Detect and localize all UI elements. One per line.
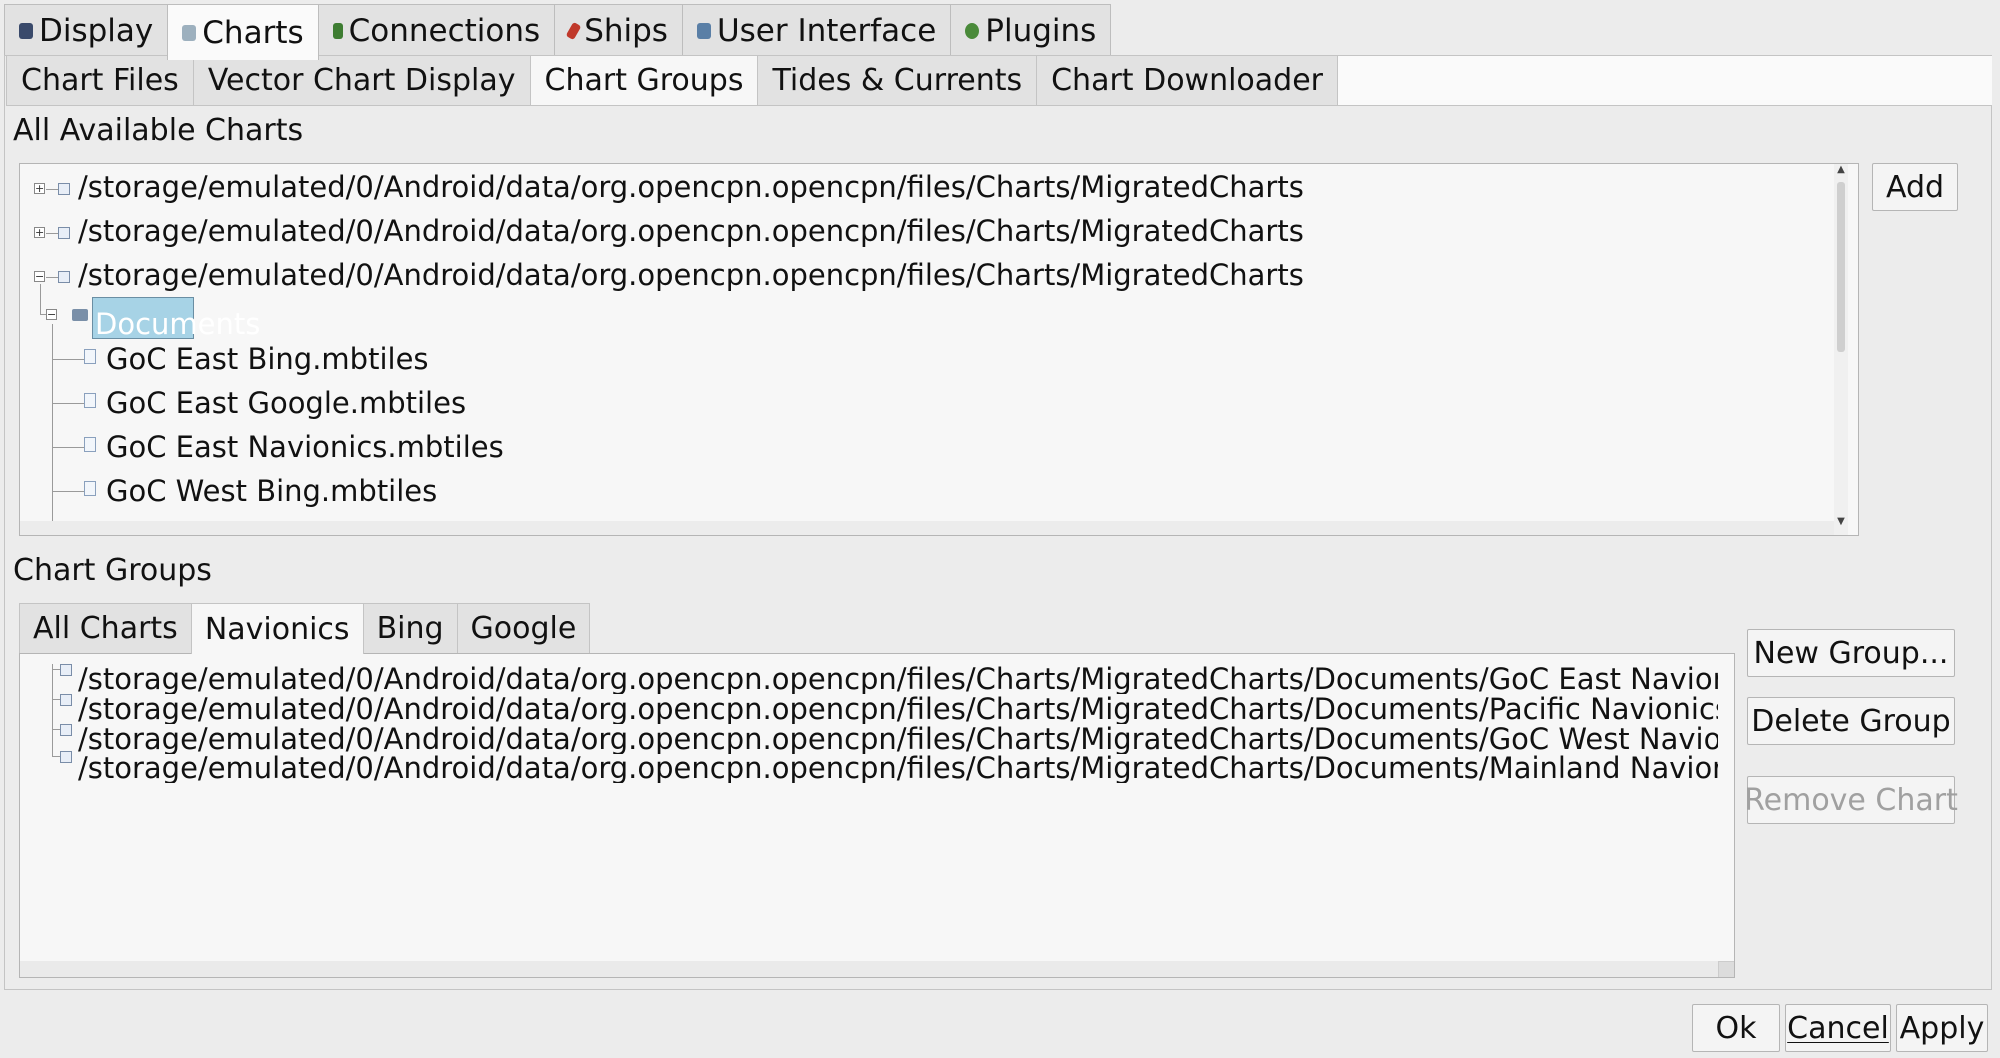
file-icon [84, 481, 96, 496]
horizontal-scrollbar[interactable] [20, 521, 1840, 535]
tab-label: Display [39, 12, 154, 49]
tab-label: Plugins [985, 12, 1097, 49]
group-tab-bar: All Charts Navionics Bing Google [19, 603, 591, 654]
tree-folder-documents[interactable]: Documents [92, 297, 260, 341]
open-folder-icon [72, 309, 88, 321]
tab-connections[interactable]: Connections [317, 4, 556, 56]
tab-label: User Interface [716, 12, 937, 49]
tab-chart-files[interactable]: Chart Files [6, 56, 194, 106]
tab-bing[interactable]: Bing [362, 603, 458, 653]
scroll-thumb[interactable] [1837, 182, 1845, 352]
tab-charts[interactable]: Charts [167, 4, 319, 60]
tab-vector-chart-display[interactable]: Vector Chart Display [192, 56, 531, 106]
ok-button[interactable]: Ok [1692, 1004, 1780, 1052]
plugin-icon [965, 22, 980, 39]
cancel-button[interactable]: Cancel [1785, 1004, 1891, 1052]
tab-user-interface[interactable]: User Interface [681, 4, 952, 56]
folder-node-icon [58, 227, 70, 239]
tab-label: Connections [348, 12, 541, 49]
tree-dir-row[interactable]: /storage/emulated/0/Android/data/org.ope… [78, 167, 1304, 207]
available-charts-tree[interactable]: + /storage/emulated/0/Android/data/org.o… [19, 163, 1859, 536]
tab-navionics[interactable]: Navionics [190, 603, 364, 654]
folder-label: Documents [95, 307, 261, 341]
tab-chart-groups[interactable]: Chart Groups [529, 56, 759, 106]
top-tab-bar: Display Charts Connections Ships User In… [4, 4, 1112, 60]
tab-google[interactable]: Google [456, 603, 591, 653]
collapse-icon[interactable]: − [46, 309, 57, 320]
tab-label: Charts [202, 14, 304, 51]
file-icon [84, 437, 96, 452]
expand-icon[interactable]: + [34, 183, 45, 194]
ui-icon [696, 22, 711, 39]
group-entry[interactable]: /storage/emulated/0/Android/data/org.ope… [78, 694, 1718, 724]
connection-icon [332, 22, 343, 39]
group-entry[interactable]: /storage/emulated/0/Android/data/org.ope… [78, 664, 1718, 694]
remove-chart-button[interactable]: Remove Chart [1744, 776, 1958, 824]
add-button[interactable]: Add [1872, 163, 1958, 211]
scroll-down-icon[interactable]: ▼ [1834, 516, 1848, 527]
tab-plugins[interactable]: Plugins [950, 4, 1112, 56]
delete-group-button[interactable]: Delete Group [1747, 697, 1955, 745]
sub-tab-bar: Chart Files Vector Chart Display Chart G… [6, 56, 1992, 106]
folder-node-icon [58, 183, 70, 195]
chart-groups-heading: Chart Groups [13, 553, 212, 588]
group-entry[interactable]: /storage/emulated/0/Android/data/org.ope… [78, 724, 1718, 754]
file-icon [84, 349, 96, 364]
tree-dir-row[interactable]: /storage/emulated/0/Android/data/org.ope… [78, 255, 1304, 295]
group-chart-list[interactable]: /storage/emulated/0/Android/data/org.ope… [19, 653, 1735, 978]
apply-button[interactable]: Apply [1896, 1004, 1988, 1052]
tab-display[interactable]: Display [4, 4, 169, 56]
chart-node-icon [60, 664, 72, 676]
tab-all-charts[interactable]: All Charts [19, 603, 192, 653]
tab-ships[interactable]: Ships [554, 4, 683, 56]
tab-tides-currents[interactable]: Tides & Currents [757, 56, 1038, 106]
collapse-icon[interactable]: − [34, 271, 45, 282]
scroll-up-icon[interactable]: ▲ [1834, 164, 1848, 175]
tree-dir-row[interactable]: /storage/emulated/0/Android/data/org.ope… [78, 211, 1304, 251]
chart-node-icon [60, 724, 72, 736]
expand-icon[interactable]: + [34, 227, 45, 238]
tab-label: Ships [584, 12, 668, 49]
folder-node-icon [58, 271, 70, 283]
chart-node-icon [60, 751, 72, 763]
tree-file-row[interactable]: GoC East Bing.mbtiles [106, 339, 429, 379]
file-icon [84, 393, 96, 408]
ship-icon [565, 21, 582, 40]
horizontal-scrollbar[interactable] [20, 961, 1734, 977]
vertical-scrollbar[interactable]: ▲ ▼ [1834, 164, 1848, 535]
monitor-icon [19, 22, 33, 39]
tree-file-row[interactable]: GoC West Bing.mbtiles [106, 471, 437, 511]
scroll-corner [1718, 961, 1734, 977]
group-entry[interactable]: /storage/emulated/0/Android/data/org.ope… [78, 753, 1718, 783]
tree-file-row[interactable]: GoC East Navionics.mbtiles [106, 427, 504, 467]
new-group-button[interactable]: New Group... [1747, 629, 1955, 677]
chart-node-icon [60, 694, 72, 706]
tree-file-row[interactable]: GoC East Google.mbtiles [106, 383, 466, 423]
tab-chart-downloader[interactable]: Chart Downloader [1036, 56, 1338, 106]
chart-icon [182, 24, 197, 41]
available-charts-heading: All Available Charts [13, 113, 304, 148]
